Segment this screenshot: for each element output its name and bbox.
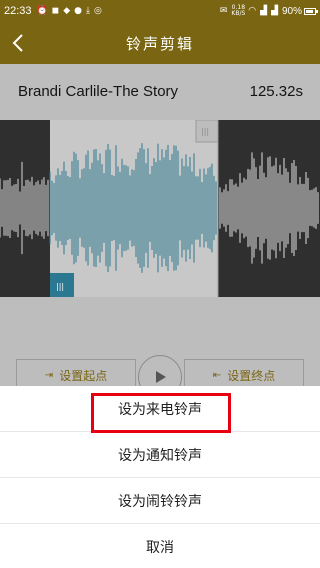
page-title: 铃声剪辑 bbox=[125, 34, 194, 53]
set-start-label: 设置起点 bbox=[59, 368, 108, 383]
waveform[interactable]: ||| ||| bbox=[0, 120, 320, 297]
signal-2-icon: ▟ bbox=[271, 5, 278, 16]
set-start-icon: ⇥ bbox=[44, 369, 54, 381]
cancel-button[interactable]: 取消 bbox=[0, 524, 320, 568]
signal-icon: ▟ bbox=[260, 5, 268, 16]
end-handle-grip-icon: ||| bbox=[201, 127, 209, 136]
set-end-icon: ⇤ bbox=[212, 369, 222, 381]
battery-percent: 90% bbox=[281, 5, 302, 17]
set-end-label: 设置终点 bbox=[227, 368, 276, 383]
sheet-item-notification[interactable]: 设为通知铃声 bbox=[0, 432, 320, 477]
start-handle-grip-icon: ||| bbox=[56, 282, 64, 291]
song-duration: 125.32s bbox=[249, 83, 303, 100]
highlight-annotation bbox=[91, 393, 231, 433]
chevron-left-icon bbox=[12, 34, 23, 52]
battery-icon bbox=[304, 7, 318, 15]
app-header: 铃声剪辑 bbox=[0, 22, 320, 64]
waveform-graphic: ||| ||| bbox=[0, 120, 320, 297]
notification-icon: ◼ bbox=[51, 5, 60, 16]
status-bar: 22:33 ⏰ ◼ ◆ ● ⤓ ◎ ✉ 0.18 KB/S ◠ ▟ ▟ 90% bbox=[0, 0, 320, 22]
status-time: 22:33 bbox=[4, 5, 32, 17]
song-name: Brandi Carlile-The Story bbox=[18, 83, 179, 100]
sheet-item-alarm[interactable]: 设为闹铃铃声 bbox=[0, 478, 320, 523]
back-button[interactable] bbox=[6, 30, 30, 56]
song-info: Brandi Carlile-The Story 125.32s bbox=[0, 64, 320, 120]
weibo-icon: ◎ bbox=[94, 5, 102, 16]
mail-icon: ✉ bbox=[219, 5, 228, 16]
shield-icon: ◆ bbox=[63, 5, 71, 16]
play-icon bbox=[156, 371, 166, 383]
network-speed: 0.18 KB/S bbox=[231, 4, 246, 17]
download-icon: ⤓ bbox=[86, 5, 90, 16]
wifi-icon: ◠ bbox=[248, 5, 257, 16]
status-right: ✉ 0.18 KB/S ◠ ▟ ▟ 90% bbox=[219, 4, 318, 17]
alarm-icon: ⏰ bbox=[36, 5, 48, 16]
wave-bg-right bbox=[218, 120, 320, 297]
app-icon: ● bbox=[74, 5, 83, 16]
